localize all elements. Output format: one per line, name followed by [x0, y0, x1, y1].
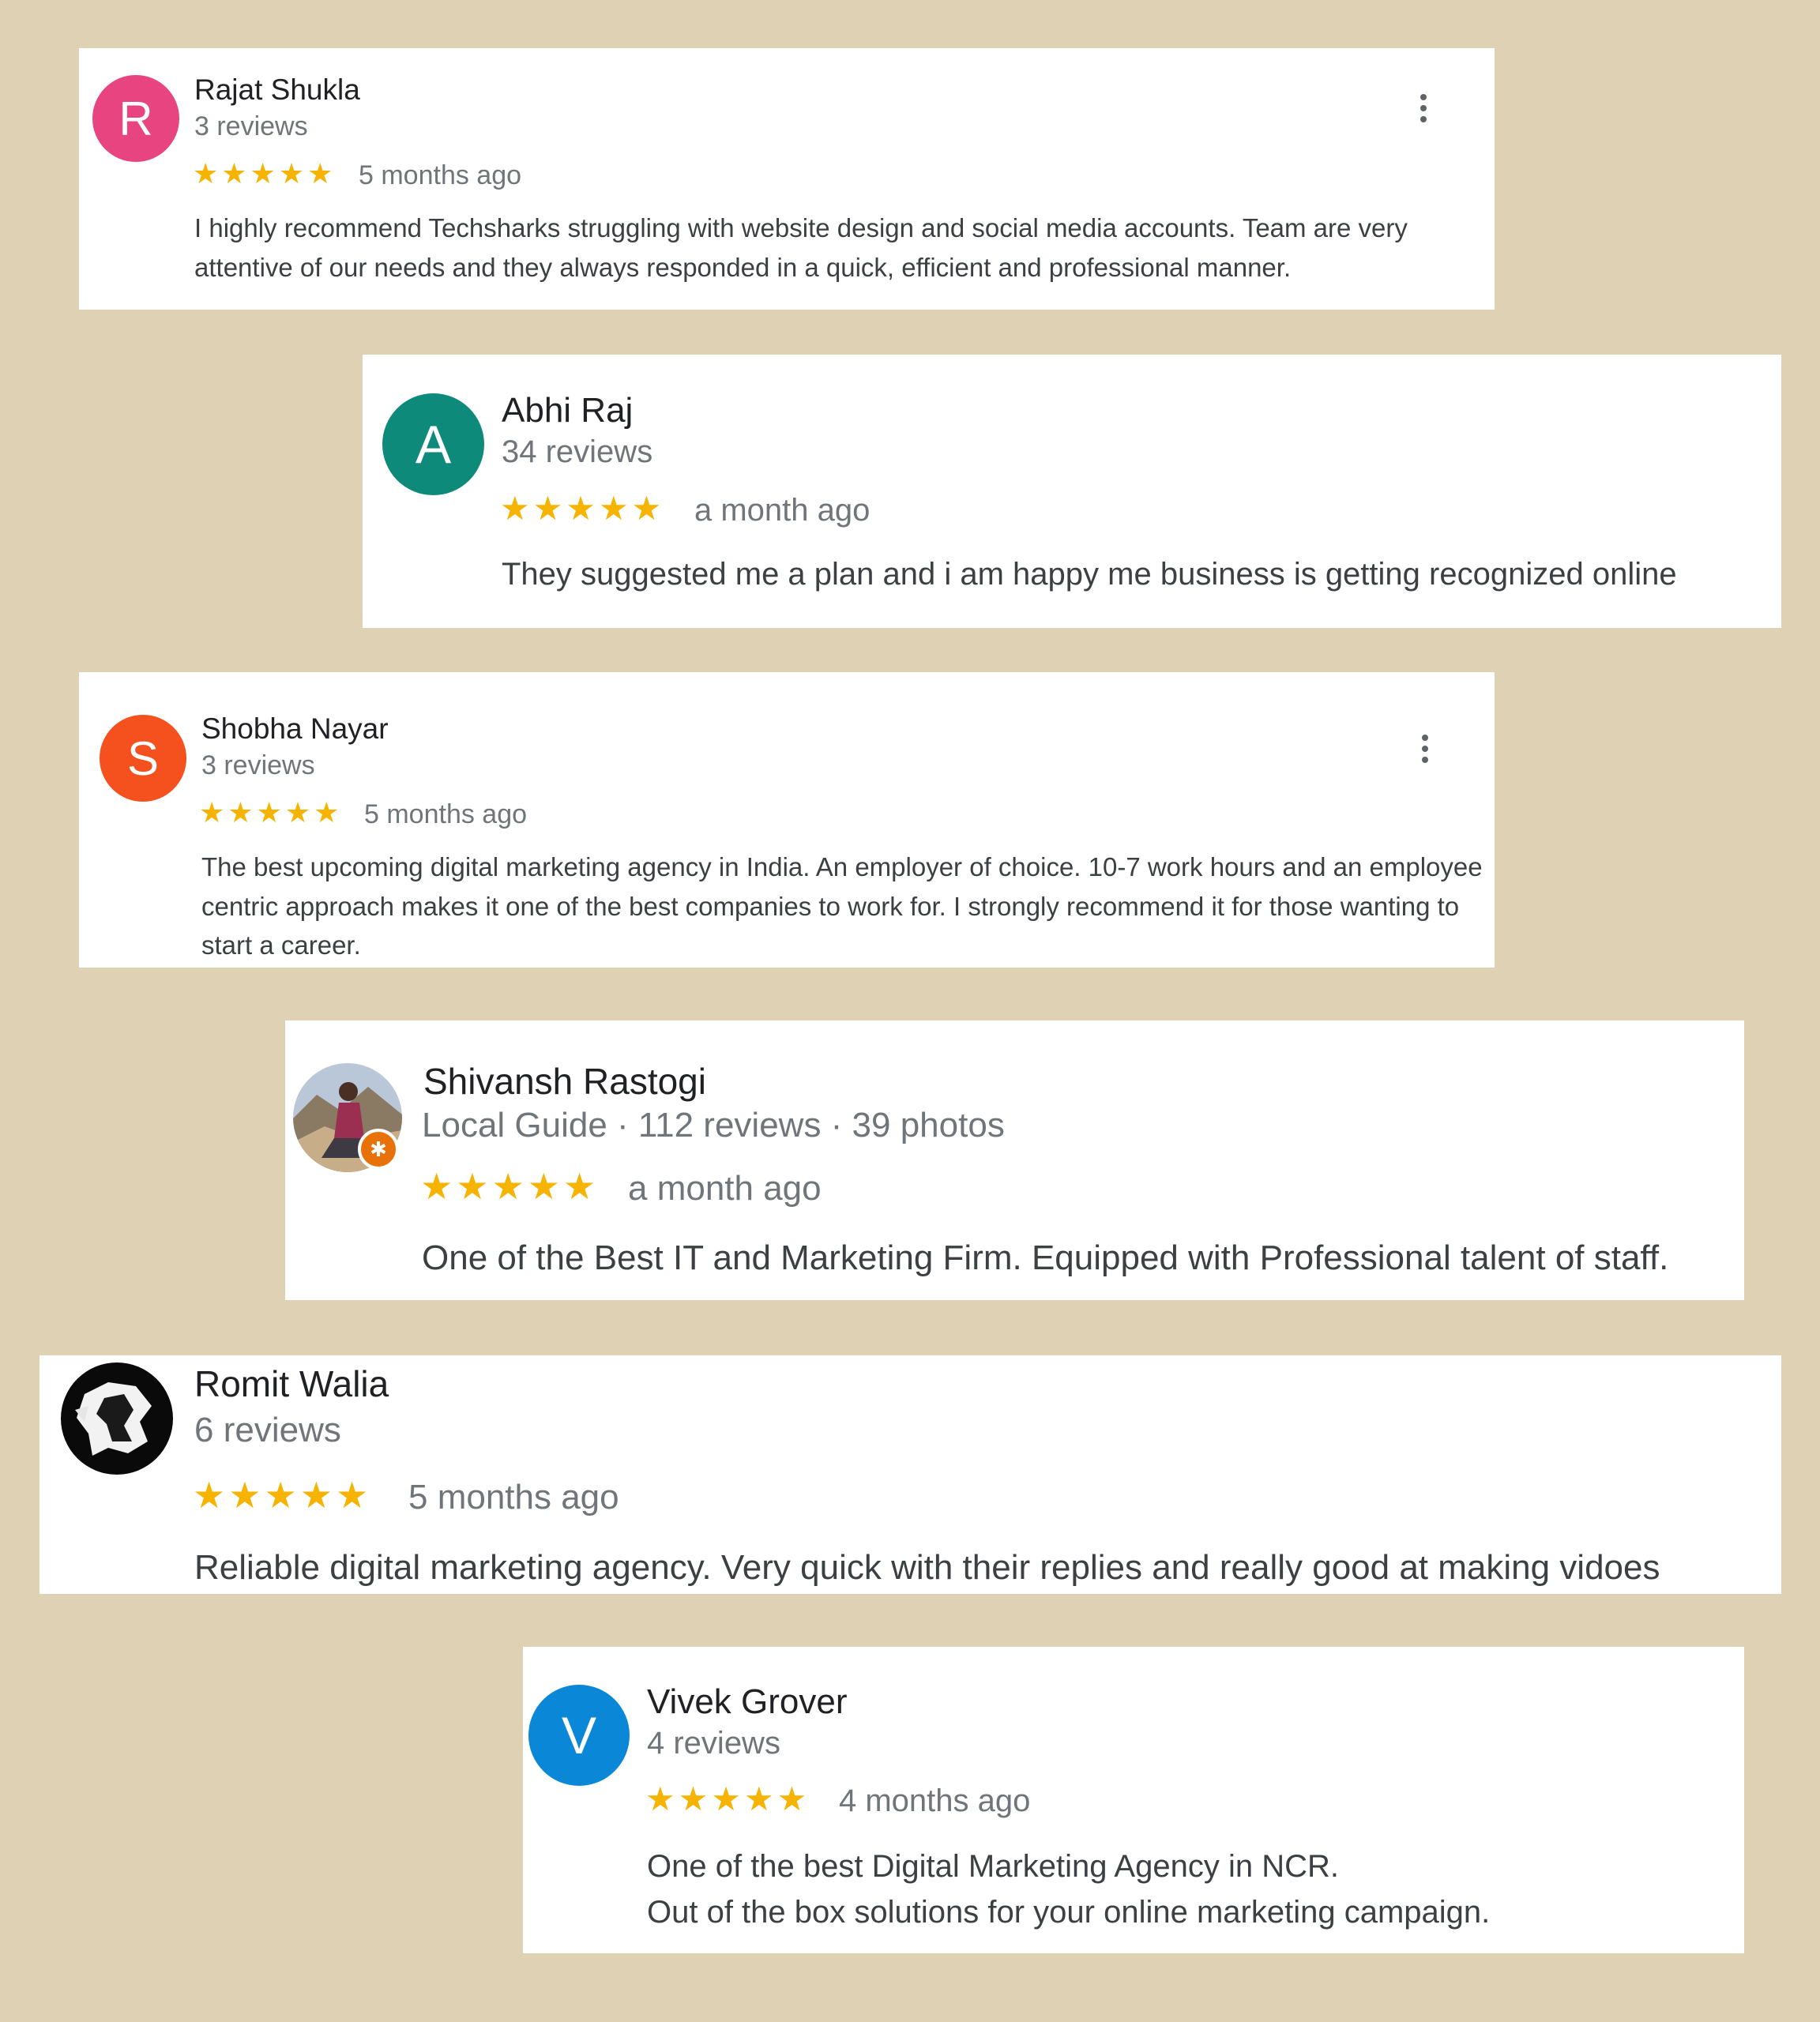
review-time: a month ago — [694, 493, 871, 528]
more-vertical-icon[interactable] — [1420, 94, 1427, 122]
star-rating: ★★★★★ — [645, 1780, 810, 1817]
review-card-vivek-grover: V Vivek Grover 4 reviews ★★★★★ 4 months … — [523, 1647, 1744, 1953]
review-card-rajat-shukla: R Rajat Shukla 3 reviews ★★★★★ 5 months … — [79, 48, 1495, 310]
review-time: 4 months ago — [839, 1783, 1031, 1818]
star-rating: ★★★★★ — [193, 157, 337, 190]
star-rating: ★★★★★ — [199, 796, 343, 829]
review-text: I highly recommend Techsharks struggling… — [194, 213, 1408, 282]
star-rating: ★★★★★ — [193, 1475, 372, 1516]
review-time: a month ago — [628, 1169, 822, 1208]
more-vertical-icon[interactable] — [1422, 735, 1428, 763]
review-count: 6 reviews — [194, 1411, 341, 1449]
review-count: 34 reviews — [502, 434, 653, 469]
review-text: They suggested me a plan and i am happy … — [502, 557, 1677, 592]
star-rating: ★★★★★ — [500, 490, 665, 527]
local-guide-star-icon: ✱ — [358, 1129, 399, 1170]
review-text: The best upcoming digital marketing agen… — [201, 852, 1483, 960]
avatar[interactable] — [61, 1362, 173, 1475]
review-text: One of the Best IT and Marketing Firm. E… — [422, 1238, 1669, 1277]
reviewer-name[interactable]: Vivek Grover — [647, 1682, 848, 1722]
review-card-romit-walia: Romit Walia 6 reviews ★★★★★ 5 months ago… — [39, 1355, 1781, 1594]
review-text: Reliable digital marketing agency. Very … — [194, 1548, 1660, 1587]
review-text-line-1: One of the best Digital Marketing Agency… — [647, 1849, 1339, 1884]
star-rating: ★★★★★ — [420, 1166, 600, 1207]
reviewer-name[interactable]: Abhi Raj — [502, 391, 633, 430]
avatar[interactable]: S — [100, 715, 186, 802]
review-time: 5 months ago — [408, 1478, 619, 1516]
reviewer-name[interactable]: Shobha Nayar — [201, 712, 389, 746]
profile-photo — [61, 1362, 173, 1475]
avatar[interactable]: V — [528, 1685, 630, 1786]
review-count: 3 reviews — [194, 111, 308, 141]
review-card-abhi-raj: A Abhi Raj 34 reviews ★★★★★ a month ago … — [363, 355, 1781, 628]
review-text-line-2: Out of the box solutions for your online… — [647, 1895, 1491, 1930]
review-card-shobha-nayar: S Shobha Nayar 3 reviews ★★★★★ 5 months … — [79, 672, 1495, 968]
review-time: 5 months ago — [364, 799, 528, 829]
reviewer-meta: Local Guide · 112 reviews · 39 photos — [422, 1106, 1005, 1144]
review-count: 3 reviews — [201, 750, 315, 780]
reviewer-name[interactable]: Rajat Shukla — [194, 73, 360, 107]
review-time: 5 months ago — [359, 160, 522, 190]
review-count: 4 reviews — [647, 1726, 780, 1761]
reviewer-name[interactable]: Romit Walia — [194, 1362, 389, 1405]
reviewer-name[interactable]: Shivansh Rastogi — [423, 1060, 706, 1103]
avatar[interactable]: A — [382, 393, 484, 495]
review-card-shivansh-rastogi: ✱ Shivansh Rastogi Local Guide · 112 rev… — [285, 1020, 1744, 1300]
avatar[interactable]: R — [92, 75, 179, 162]
